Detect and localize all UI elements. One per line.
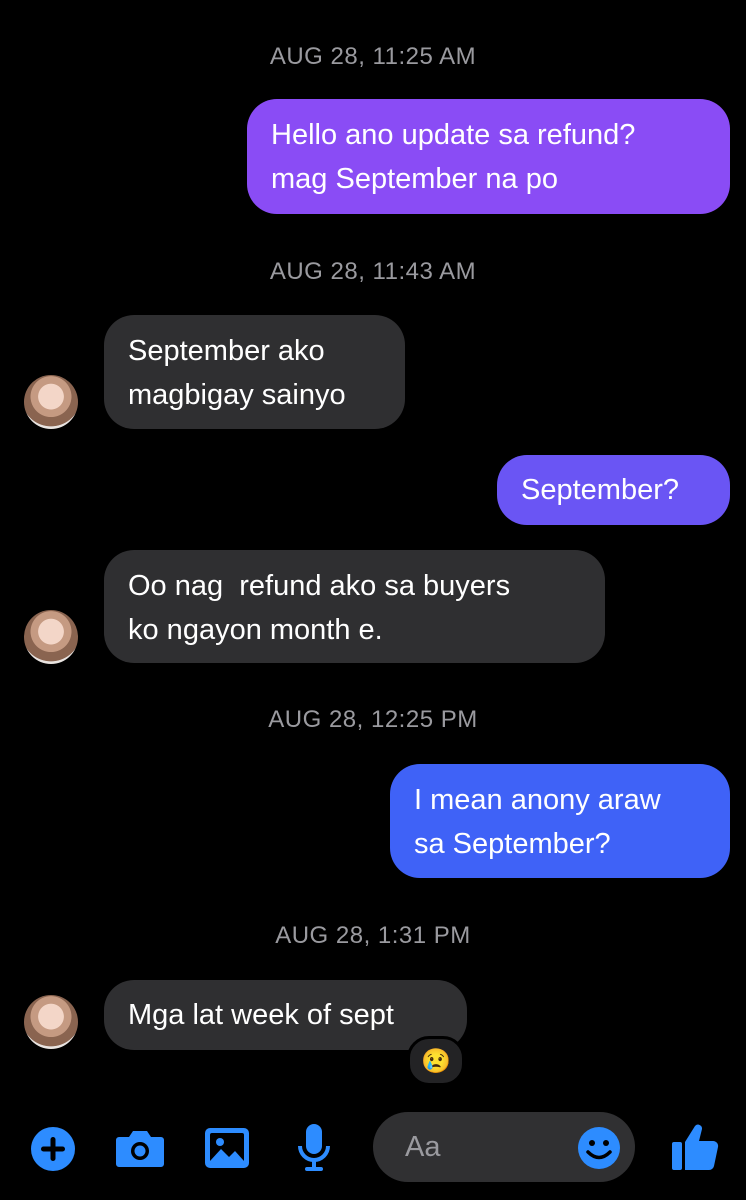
- outgoing-message[interactable]: I mean anony araw sa September?: [390, 764, 730, 878]
- message-input-placeholder: Aa: [405, 1131, 441, 1163]
- avatar[interactable]: [24, 375, 78, 429]
- incoming-message[interactable]: Oo nag refund ako sa buyers ko ngayon mo…: [104, 550, 605, 663]
- avatar[interactable]: [24, 610, 78, 664]
- plus-icon[interactable]: [30, 1126, 76, 1172]
- timestamp: AUG 28, 12:25 PM: [268, 706, 478, 733]
- incoming-message[interactable]: September ako magbigay sainyo: [104, 315, 405, 429]
- incoming-message[interactable]: Mga lat week of sept: [104, 980, 467, 1050]
- avatar[interactable]: [24, 995, 78, 1049]
- camera-icon[interactable]: [115, 1127, 165, 1169]
- image-icon[interactable]: [204, 1127, 250, 1169]
- timestamp: AUG 28, 1:31 PM: [275, 922, 471, 949]
- timestamp: AUG 28, 11:43 AM: [269, 258, 477, 285]
- outgoing-message[interactable]: Hello ano update sa refund? mag Septembe…: [247, 99, 730, 214]
- crying-reaction-icon[interactable]: 😢: [407, 1036, 465, 1086]
- mic-icon[interactable]: [295, 1122, 333, 1174]
- message-input[interactable]: Aa: [373, 1112, 635, 1182]
- emoji-icon[interactable]: [577, 1126, 621, 1170]
- outgoing-message[interactable]: September?: [497, 455, 730, 525]
- thumbs-up-icon[interactable]: [670, 1120, 720, 1172]
- timestamp: AUG 28, 11:25 AM: [269, 43, 477, 70]
